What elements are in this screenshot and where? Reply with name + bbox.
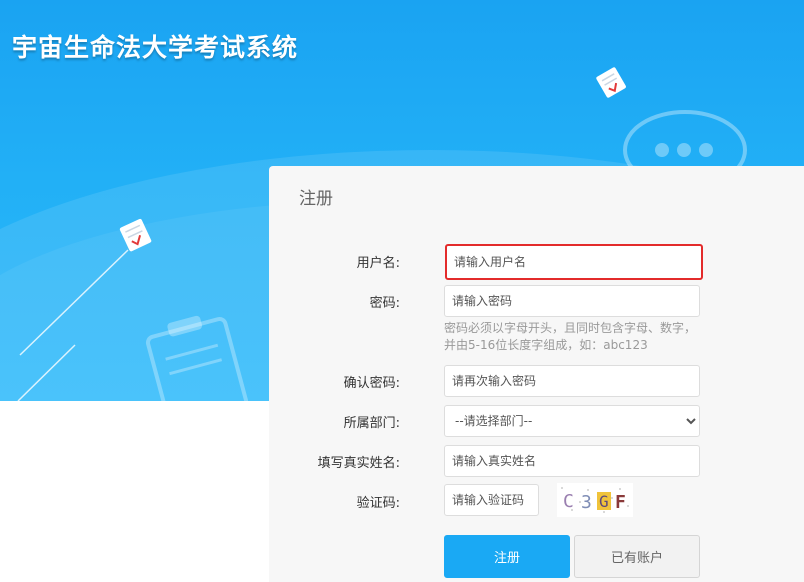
confirm-password-label: 确认密码: <box>343 376 400 391</box>
confirm-password-input[interactable] <box>444 365 700 397</box>
site-title: 宇宙生命法大学考试系统 <box>12 33 299 62</box>
department-label: 所属部门: <box>343 416 400 431</box>
captcha-image[interactable]: C 3 G F <box>557 483 633 517</box>
username-input[interactable] <box>445 244 703 280</box>
svg-text:3: 3 <box>581 492 592 513</box>
department-select[interactable]: --请选择部门-- <box>444 405 700 437</box>
realname-label: 填写真实姓名: <box>317 456 400 471</box>
svg-text:F: F <box>615 492 626 513</box>
password-hint-line1: 密码必须以字母开头，且同时包含字母、数字， <box>444 321 697 335</box>
clipboard-icon <box>145 315 248 401</box>
captcha-label: 验证码: <box>356 496 400 511</box>
register-submit-button[interactable]: 注册 <box>444 535 570 578</box>
svg-text:C: C <box>563 491 574 512</box>
password-hint-line2: 并由5-16位长度字组成，如：abc123 <box>444 338 648 352</box>
flying-paper-icon <box>596 67 626 98</box>
captcha-input[interactable] <box>444 484 539 516</box>
password-input[interactable] <box>444 285 700 317</box>
svg-text:G: G <box>599 492 609 511</box>
username-label: 用户名: <box>356 256 400 271</box>
password-label: 密码: <box>369 296 400 311</box>
realname-input[interactable] <box>444 445 700 477</box>
panel-title: 注册 <box>299 189 333 209</box>
have-account-button[interactable]: 已有账户 <box>574 535 700 578</box>
motion-lines <box>17 249 129 401</box>
